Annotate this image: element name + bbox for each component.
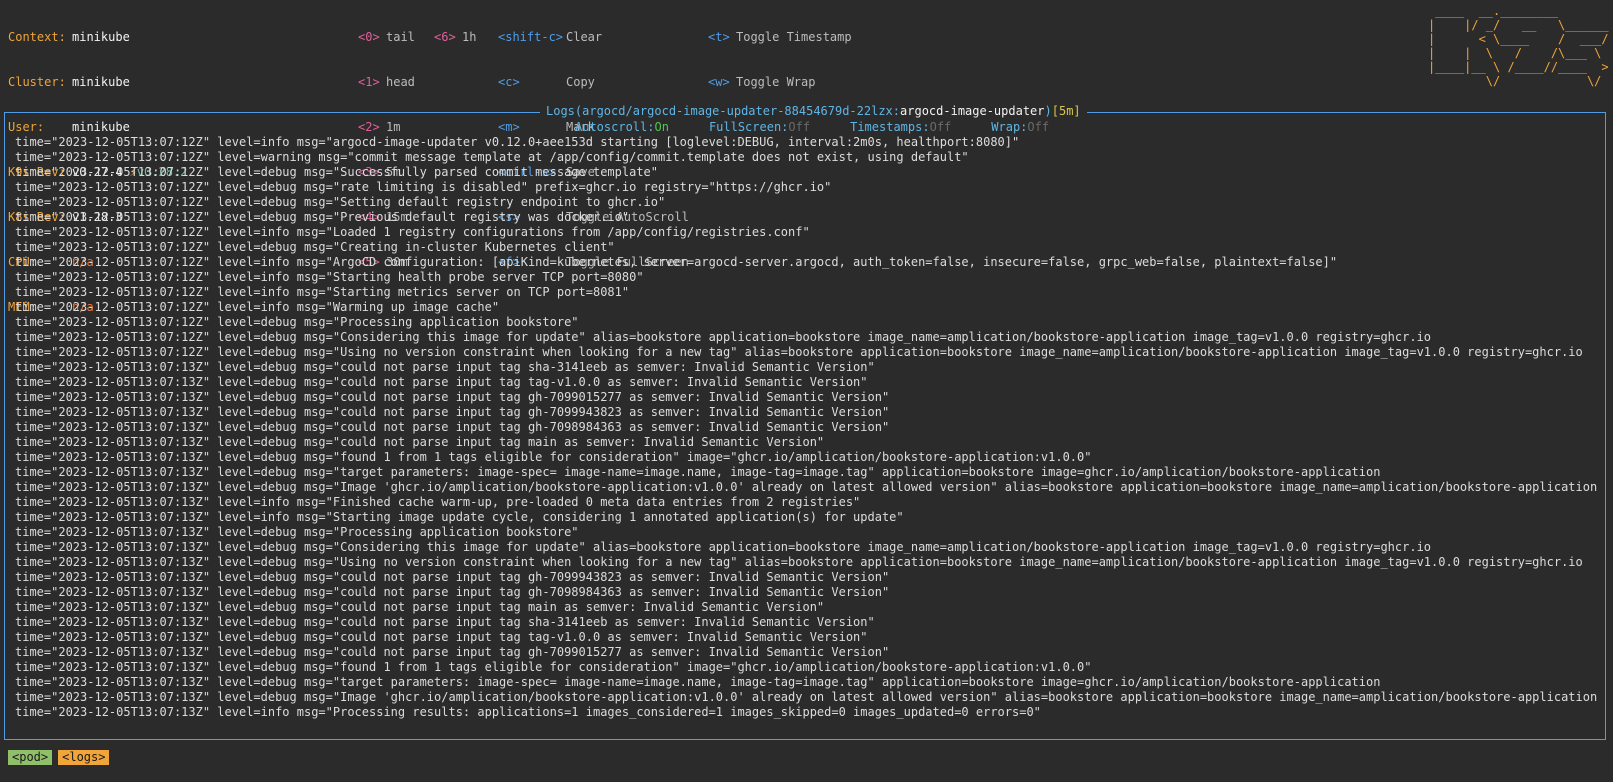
log-line: time="2023-12-05T13:07:13Z" level=debug … (15, 525, 579, 539)
log-line: time="2023-12-05T13:07:13Z" level=debug … (15, 585, 890, 599)
log-line: time="2023-12-05T13:07:13Z" level=info m… (15, 510, 904, 524)
log-line: time="2023-12-05T13:07:13Z" level=debug … (15, 405, 890, 419)
log-status-bar: Autoscroll:On FullScreen:Off Timestamps:Of… (575, 120, 1049, 135)
log-line: time="2023-12-05T13:07:12Z" level=info m… (15, 270, 644, 284)
log-line: time="2023-12-05T13:07:13Z" level=debug … (15, 360, 875, 374)
timestamps-label: Timestamps: (850, 120, 930, 134)
autoscroll-label: Autoscroll: (575, 120, 655, 134)
hotkey-row[interactable]: <w> Toggle Wrap (708, 75, 852, 90)
log-line: time="2023-12-05T13:07:13Z" level=debug … (15, 540, 1432, 554)
log-line: time="2023-12-05T13:07:12Z" level=debug … (15, 345, 1583, 359)
crumb-pod[interactable]: <pod> (8, 750, 53, 765)
log-view-title: Logs(argocd/argocd-image-updater-8845467… (540, 104, 1087, 119)
hotkey-desc: Toggle Wrap (736, 75, 816, 89)
cluster-value: minikube (72, 75, 130, 89)
log-line: time="2023-12-05T13:07:13Z" level=debug … (15, 630, 868, 644)
log-line: time="2023-12-05T13:07:13Z" level=debug … (15, 645, 890, 659)
log-line: time="2023-12-05T13:07:13Z" level=debug … (15, 375, 868, 389)
log-line: time="2023-12-05T13:07:12Z" level=info m… (15, 135, 1020, 149)
log-line: time="2023-12-05T13:07:12Z" level=info m… (15, 255, 1338, 269)
hotkey-desc: Copy (566, 75, 595, 89)
hotkey-row[interactable]: <t> Toggle Timestamp (708, 30, 852, 45)
log-line: time="2023-12-05T13:07:12Z" level=debug … (15, 165, 658, 179)
fullscreen-label: FullScreen: (708, 120, 789, 134)
log-line: time="2023-12-05T13:07:13Z" level=debug … (15, 420, 890, 434)
k9s-logo: ____ __.________ | |/ _/ __ \______ | < … (1428, 4, 1609, 88)
hotkey-row[interactable]: <0> tail <6> 1h (358, 30, 476, 45)
log-line: time="2023-12-05T13:07:13Z" level=debug … (15, 555, 1583, 569)
crumb-logs[interactable]: <logs> (58, 750, 110, 765)
hotkey-key: <1> (358, 75, 380, 89)
context-value: minikube (72, 30, 130, 44)
log-lines[interactable]: time="2023-12-05T13:07:12Z" level=info m… (15, 135, 1598, 720)
log-line: time="2023-12-05T13:07:12Z" level=info m… (15, 225, 810, 239)
log-line: time="2023-12-05T13:07:13Z" level=debug … (15, 600, 825, 614)
log-line: time="2023-12-05T13:07:13Z" level=info m… (15, 705, 1041, 719)
log-line: time="2023-12-05T13:07:13Z" level=debug … (15, 615, 875, 629)
log-line: time="2023-12-05T13:07:13Z" level=debug … (15, 450, 1092, 464)
log-line: time="2023-12-05T13:07:13Z" level=debug … (15, 570, 890, 584)
log-line: time="2023-12-05T13:07:12Z" level=debug … (15, 315, 579, 329)
context-label: Context: (8, 30, 66, 44)
log-title-prefix: Logs( (546, 104, 583, 118)
log-line: time="2023-12-05T13:07:13Z" level=debug … (15, 435, 825, 449)
hotkey-key: <0> (358, 30, 380, 44)
hotkey-key: <w> (708, 75, 730, 89)
hotkey-key: <6> (434, 30, 456, 44)
log-title-range: [5m] (1051, 104, 1081, 118)
hotkey-row[interactable]: <shift-c> Clear (498, 30, 689, 45)
log-line: time="2023-12-05T13:07:12Z" level=warnin… (15, 150, 969, 164)
hotkey-desc: tail (386, 30, 415, 44)
log-line: time="2023-12-05T13:07:12Z" level=debug … (15, 240, 615, 254)
hotkey-key: <t> (708, 30, 730, 44)
fullscreen-value: Off (788, 120, 811, 134)
hotkey-row[interactable]: <1> head (358, 75, 476, 90)
hotkey-row[interactable]: <c> Copy (498, 75, 689, 90)
hotkey-desc: head (386, 75, 415, 89)
log-title-path: argocd/argocd-image-updater-88454679d-22… (582, 104, 901, 118)
hotkey-desc: Toggle Timestamp (736, 30, 852, 44)
breadcrumb: <pod> <logs> (8, 750, 110, 765)
wrap-label: Wrap: (991, 120, 1028, 134)
hotkey-key: <c> (498, 75, 520, 89)
wrap-value: Off (1027, 120, 1050, 134)
hotkey-key: <shift-c> (498, 30, 564, 44)
log-line: time="2023-12-05T13:07:12Z" level=info m… (15, 300, 500, 314)
autoscroll-value: On (654, 120, 669, 134)
log-line: time="2023-12-05T13:07:12Z" level=debug … (15, 330, 1432, 344)
log-line: time="2023-12-05T13:07:12Z" level=info m… (15, 285, 630, 299)
log-line: time="2023-12-05T13:07:13Z" level=debug … (15, 675, 1381, 689)
log-line: time="2023-12-05T13:07:13Z" level=debug … (15, 480, 1598, 494)
log-line: time="2023-12-05T13:07:13Z" level=debug … (15, 465, 1381, 479)
log-line: time="2023-12-05T13:07:13Z" level=debug … (15, 390, 890, 404)
log-line: time="2023-12-05T13:07:13Z" level=debug … (15, 690, 1598, 704)
hotkeys-toggles: <t> Toggle Timestamp <w> Toggle Wrap (708, 0, 852, 105)
hotkey-desc: Clear (566, 30, 603, 44)
log-line: time="2023-12-05T13:07:13Z" level=debug … (15, 660, 1092, 674)
log-title-suffix: ) (1044, 104, 1052, 118)
log-title-container: argocd-image-updater (900, 104, 1045, 118)
log-line: time="2023-12-05T13:07:12Z" level=debug … (15, 210, 630, 224)
hotkey-desc: 1h (462, 30, 477, 44)
timestamps-value: Off (929, 120, 952, 134)
log-line: time="2023-12-05T13:07:12Z" level=debug … (15, 195, 666, 209)
log-line: time="2023-12-05T13:07:13Z" level=info m… (15, 495, 861, 509)
log-line: time="2023-12-05T13:07:12Z" level=debug … (15, 180, 832, 194)
cluster-row: Cluster: minikube (8, 75, 187, 90)
context-row: Context: minikube (8, 30, 187, 45)
cluster-label: Cluster: (8, 75, 66, 89)
